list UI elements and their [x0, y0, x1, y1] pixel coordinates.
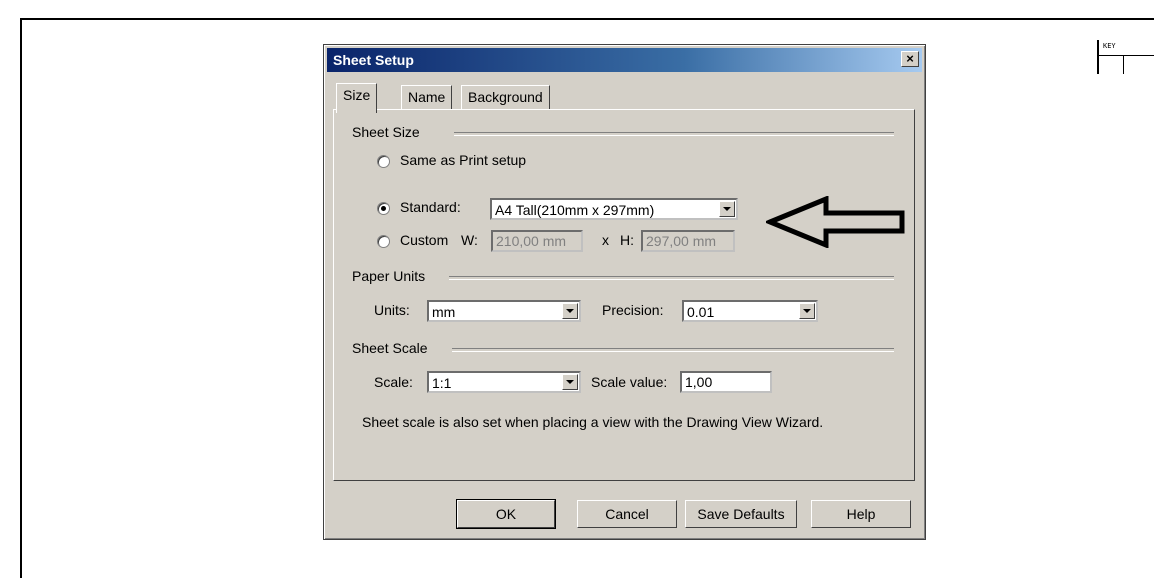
- chevron-down-icon[interactable]: [799, 303, 815, 319]
- title-block-text: KEY: [1103, 42, 1116, 50]
- scale-label: Scale:: [374, 374, 413, 390]
- title-block: KEY: [1097, 40, 1154, 74]
- tab-name[interactable]: Name: [401, 85, 453, 109]
- sheet-scale-note: Sheet scale is also set when placing a v…: [362, 414, 824, 430]
- same-as-print-label[interactable]: Same as Print setup: [400, 152, 526, 168]
- left-arrow-icon: [766, 196, 905, 248]
- sheet-setup-dialog: Sheet Setup × Size Name Background Sheet…: [323, 44, 926, 540]
- standard-label[interactable]: Standard:: [400, 199, 461, 215]
- custom-height-input[interactable]: 297,00 mm: [641, 230, 735, 252]
- width-label: W:: [461, 232, 478, 248]
- chevron-down-icon[interactable]: [562, 374, 578, 390]
- tab-name-label: Name: [408, 89, 446, 105]
- sheet-scale-group-label: Sheet Scale: [352, 340, 432, 356]
- chevron-down-icon[interactable]: [719, 201, 735, 217]
- close-button[interactable]: ×: [901, 51, 919, 67]
- chevron-down-icon[interactable]: [562, 303, 578, 319]
- scale-dropdown[interactable]: 1:1: [427, 371, 581, 393]
- tab-background-label: Background: [468, 89, 543, 105]
- scale-value-label: Scale value:: [591, 374, 668, 390]
- group-divider: [449, 276, 894, 280]
- standard-radio[interactable]: [377, 202, 390, 215]
- size-tab-panel: Sheet Size Same as Print setup Standard:…: [333, 109, 915, 481]
- group-divider: [454, 132, 894, 136]
- units-label: Units:: [374, 302, 410, 318]
- tab-size-label: Size: [343, 87, 371, 103]
- scale-value-input[interactable]: 1,00: [680, 371, 772, 393]
- custom-radio[interactable]: [377, 235, 390, 248]
- sheet-size-group-label: Sheet Size: [352, 124, 424, 140]
- paper-units-group-label: Paper Units: [352, 268, 430, 284]
- precision-label: Precision:: [602, 302, 664, 318]
- scale-value: 1:1: [432, 375, 452, 391]
- standard-size-value: A4 Tall(210mm x 297mm): [495, 202, 655, 218]
- title-block-line: [1123, 56, 1124, 74]
- ok-button[interactable]: OK: [456, 499, 556, 529]
- standard-size-dropdown[interactable]: A4 Tall(210mm x 297mm): [490, 198, 738, 220]
- times-label: x: [602, 232, 609, 248]
- tab-size[interactable]: Size: [336, 83, 378, 113]
- cancel-button[interactable]: Cancel: [577, 500, 677, 528]
- close-icon: ×: [906, 51, 914, 66]
- group-divider: [452, 348, 894, 352]
- precision-value: 0.01: [687, 304, 715, 320]
- title-block-line: [1097, 40, 1099, 74]
- dialog-titlebar[interactable]: Sheet Setup ×: [327, 48, 922, 72]
- custom-label[interactable]: Custom: [400, 232, 448, 248]
- save-defaults-button[interactable]: Save Defaults: [685, 500, 797, 528]
- units-dropdown[interactable]: mm: [427, 300, 581, 322]
- help-button[interactable]: Help: [811, 500, 911, 528]
- title-block-line: [1097, 55, 1154, 56]
- height-label: H:: [620, 232, 634, 248]
- precision-dropdown[interactable]: 0.01: [682, 300, 818, 322]
- units-value: mm: [432, 304, 456, 320]
- same-as-print-radio[interactable]: [377, 155, 390, 168]
- custom-width-input[interactable]: 210,00 mm: [491, 230, 583, 252]
- tab-background[interactable]: Background: [461, 85, 550, 109]
- dialog-title: Sheet Setup: [333, 52, 414, 68]
